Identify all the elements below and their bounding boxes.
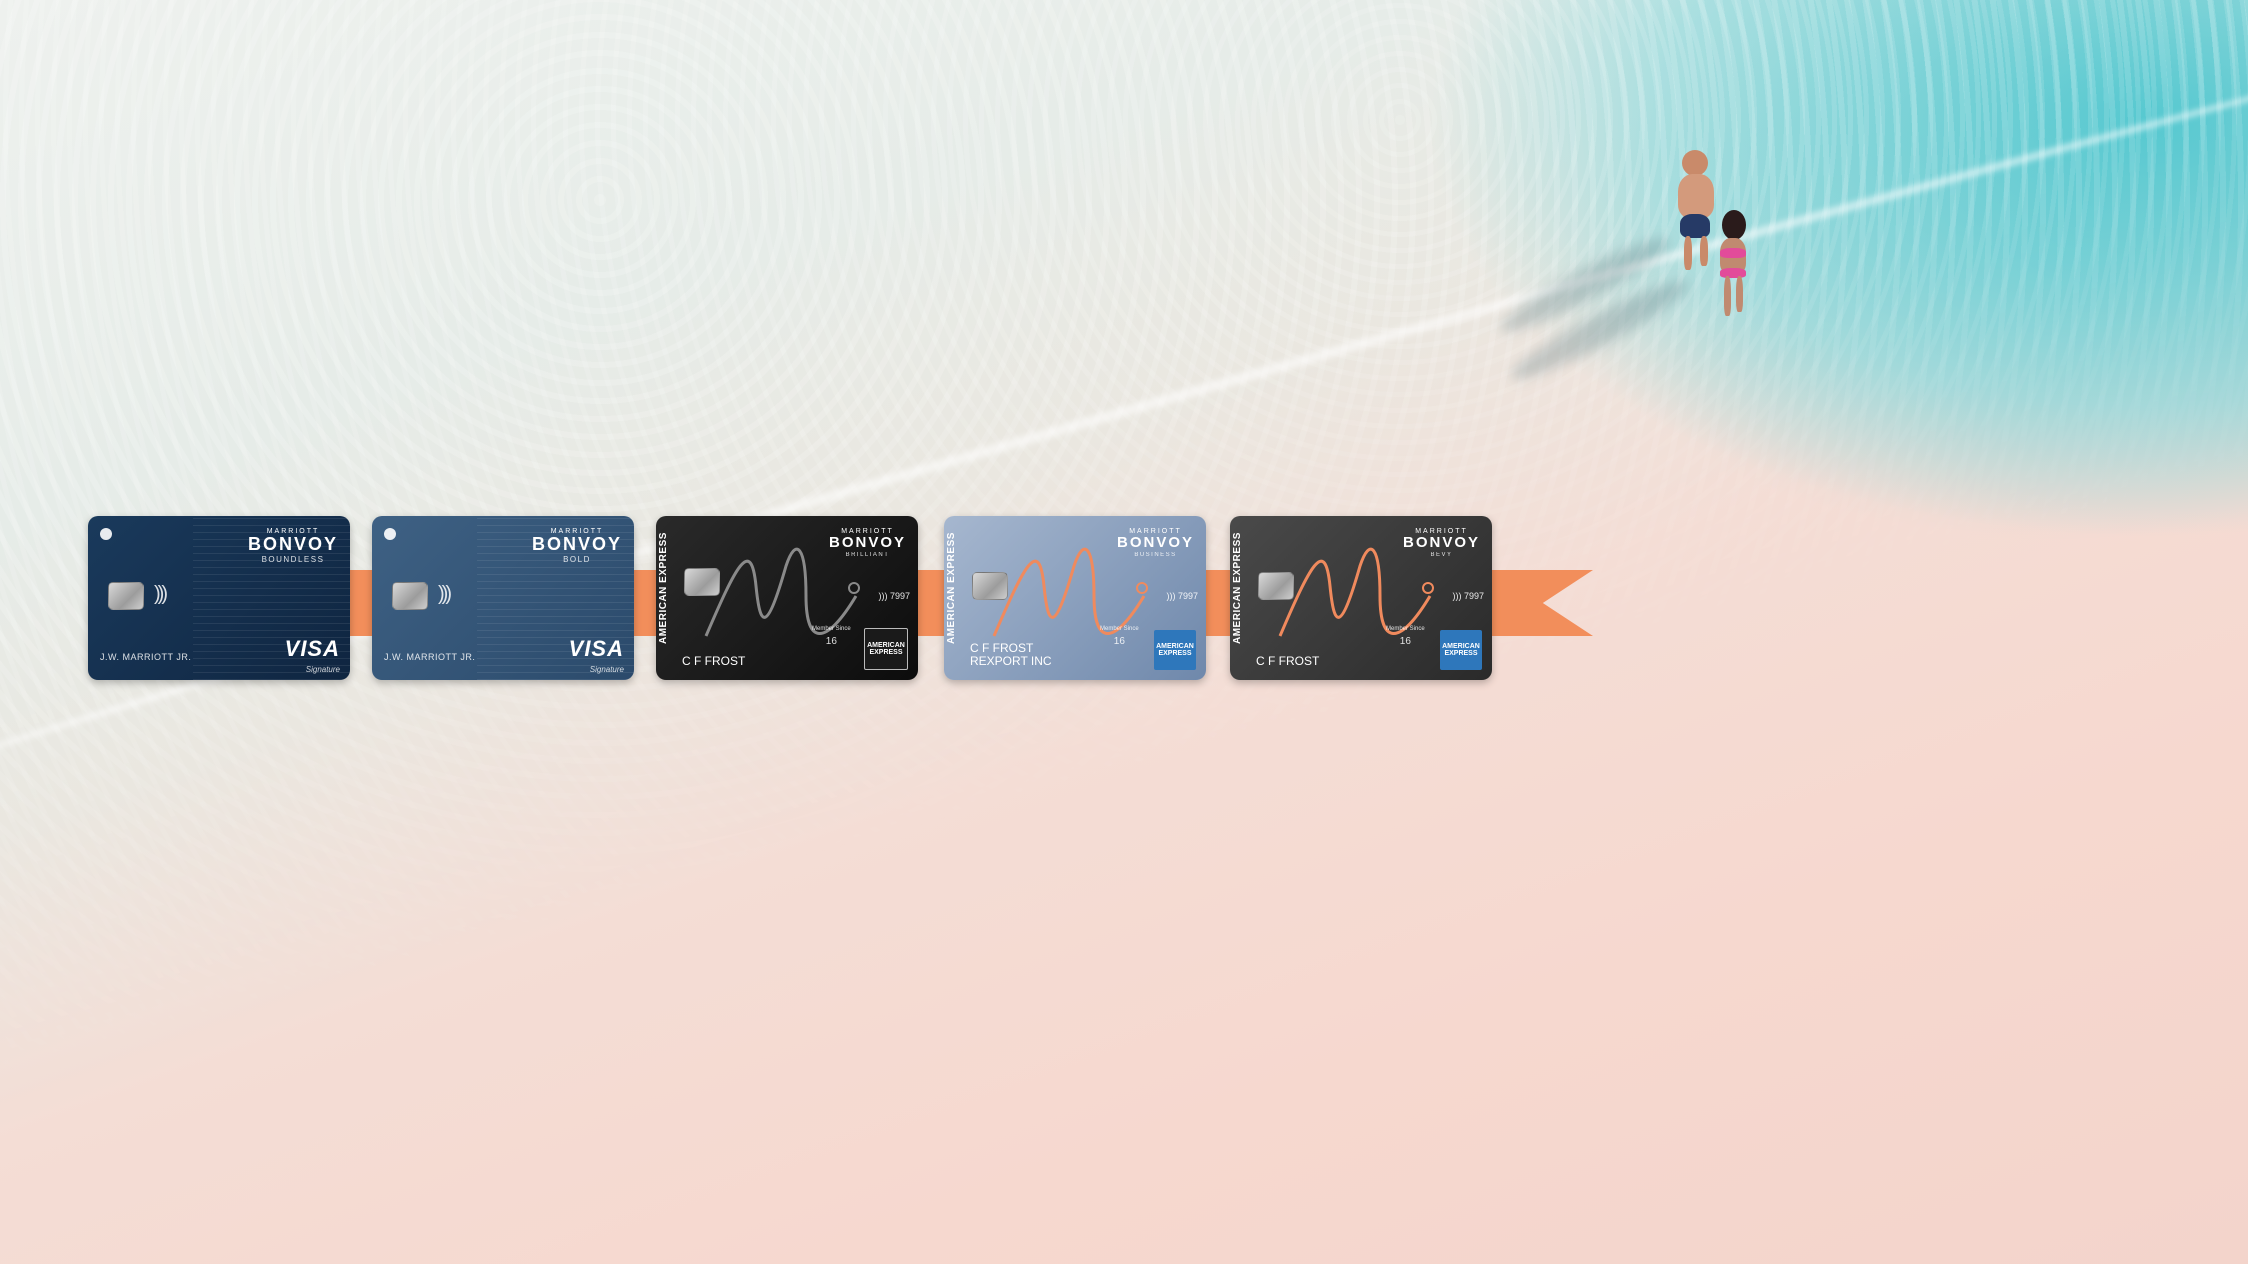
person-leg bbox=[1724, 276, 1731, 316]
contactless-icon: ))) bbox=[438, 583, 452, 605]
card-brand: MARRIOTT BONVOY BOLD bbox=[532, 528, 622, 564]
member-since-label: Member Since bbox=[1100, 626, 1139, 632]
brand-sub-text: BUSINESS bbox=[1134, 551, 1177, 558]
contactless-icon: ))) bbox=[154, 583, 168, 605]
chip-icon bbox=[392, 582, 428, 610]
card-brand: MARRIOTT BONVOY BRILLIANT bbox=[829, 528, 906, 558]
chase-logo-icon bbox=[384, 528, 396, 540]
brand-sub-text: BEVY bbox=[1430, 551, 1453, 558]
member-since: Member Since 16 bbox=[1100, 626, 1139, 647]
people-walking bbox=[1494, 140, 1800, 400]
card-brand: MARRIOTT BONVOY BEVY bbox=[1403, 528, 1480, 558]
card-marriott-bonvoy-boundless[interactable]: MARRIOTT BONVOY BOUNDLESS ))) J.W. MARRI… bbox=[88, 516, 350, 680]
card-number-tail: ))) 7997 bbox=[1166, 591, 1198, 601]
contactless-icon: ))) bbox=[878, 591, 890, 601]
visa-logo: VISA bbox=[284, 636, 340, 661]
amex-logo: AMERICAN EXPRESS bbox=[864, 628, 908, 670]
cardholder-name: C F FROST REXPORT INC bbox=[970, 640, 1052, 668]
card-marriott-bonvoy-bold[interactable]: MARRIOTT BONVOY BOLD ))) J.W. MARRIOTT J… bbox=[372, 516, 634, 680]
chip-icon bbox=[972, 572, 1008, 600]
brand-main-text: BONVOY bbox=[247, 534, 338, 554]
chip-icon bbox=[1258, 572, 1294, 600]
cardholder-line-1: C F FROST bbox=[970, 640, 1034, 655]
visa-signature-text: Signature bbox=[589, 665, 624, 674]
amex-vertical-text: AMERICAN EXPRESS bbox=[1232, 532, 1243, 644]
cardholder-name: C F FROST bbox=[682, 653, 746, 668]
member-since: Member Since 16 bbox=[812, 626, 851, 647]
card-brand: MARRIOTT BONVOY BOUNDLESS bbox=[248, 528, 338, 564]
credit-card-lineup: MARRIOTT BONVOY BOUNDLESS ))) J.W. MARRI… bbox=[88, 516, 1593, 682]
person-swimsuit-top bbox=[1720, 248, 1746, 258]
card-number-tail: ))) 7997 bbox=[1452, 591, 1484, 601]
card-marriott-bonvoy-brilliant[interactable]: AMERICAN EXPRESS MARRIOTT BONVOY BRILLIA… bbox=[656, 516, 918, 680]
member-since: Member Since 16 bbox=[1386, 626, 1425, 647]
brand-main-text: BONVOY bbox=[1402, 534, 1480, 551]
brand-sub-text: BOLD bbox=[563, 554, 591, 564]
brand-main-text: BONVOY bbox=[531, 534, 622, 554]
amex-logo: AMERICAN EXPRESS bbox=[1440, 630, 1482, 670]
person-leg bbox=[1736, 276, 1743, 312]
card-marriott-bonvoy-bevy[interactable]: AMERICAN EXPRESS MARRIOTT BONVOY BEVY ))… bbox=[1230, 516, 1492, 680]
brand-sub-text: BOUNDLESS bbox=[261, 554, 325, 564]
card-brand: MARRIOTT BONVOY BUSINESS bbox=[1117, 528, 1194, 558]
visa-logo: VISA bbox=[568, 636, 624, 661]
member-since-label: Member Since bbox=[1386, 626, 1425, 632]
card-marriott-bonvoy-business[interactable]: AMERICAN EXPRESS MARRIOTT BONVOY BUSINES… bbox=[944, 516, 1206, 680]
cardholder-name: C F FROST bbox=[1256, 653, 1320, 668]
card-number-digits: 7997 bbox=[1177, 591, 1198, 601]
brand-main-text: BONVOY bbox=[1116, 534, 1194, 551]
chip-icon bbox=[108, 582, 144, 610]
card-number-digits: 7997 bbox=[889, 591, 910, 601]
visa-signature-text: Signature bbox=[305, 665, 340, 674]
person-shorts bbox=[1680, 214, 1710, 238]
member-since-value: 16 bbox=[1113, 636, 1125, 647]
cardholder-name: J.W. MARRIOTT JR. bbox=[384, 652, 476, 662]
person-head bbox=[1722, 210, 1746, 240]
person-leg bbox=[1684, 236, 1692, 270]
card-number-tail: ))) 7997 bbox=[878, 591, 910, 601]
chip-icon bbox=[684, 568, 720, 596]
contactless-icon: ))) bbox=[1166, 591, 1178, 601]
card-number-digits: 7997 bbox=[1463, 591, 1484, 601]
cardholder-line-2: REXPORT INC bbox=[970, 653, 1052, 668]
brand-sub-text: BRILLIANT bbox=[845, 551, 890, 558]
amex-vertical-text: AMERICAN EXPRESS bbox=[946, 532, 957, 644]
chase-logo-icon bbox=[100, 528, 112, 540]
person-torso bbox=[1678, 174, 1714, 218]
amex-logo: AMERICAN EXPRESS bbox=[1154, 630, 1196, 670]
cardholder-name: J.W. MARRIOTT JR. bbox=[100, 652, 192, 662]
member-since-label: Member Since bbox=[812, 626, 851, 632]
contactless-icon: ))) bbox=[1452, 591, 1464, 601]
person-swimsuit-bottom bbox=[1720, 268, 1746, 278]
person-leg bbox=[1700, 236, 1708, 266]
member-since-value: 16 bbox=[825, 636, 837, 647]
person-head bbox=[1682, 150, 1708, 176]
brand-main-text: BONVOY bbox=[828, 534, 906, 551]
member-since-value: 16 bbox=[1399, 636, 1411, 647]
amex-vertical-text: AMERICAN EXPRESS bbox=[658, 532, 669, 644]
